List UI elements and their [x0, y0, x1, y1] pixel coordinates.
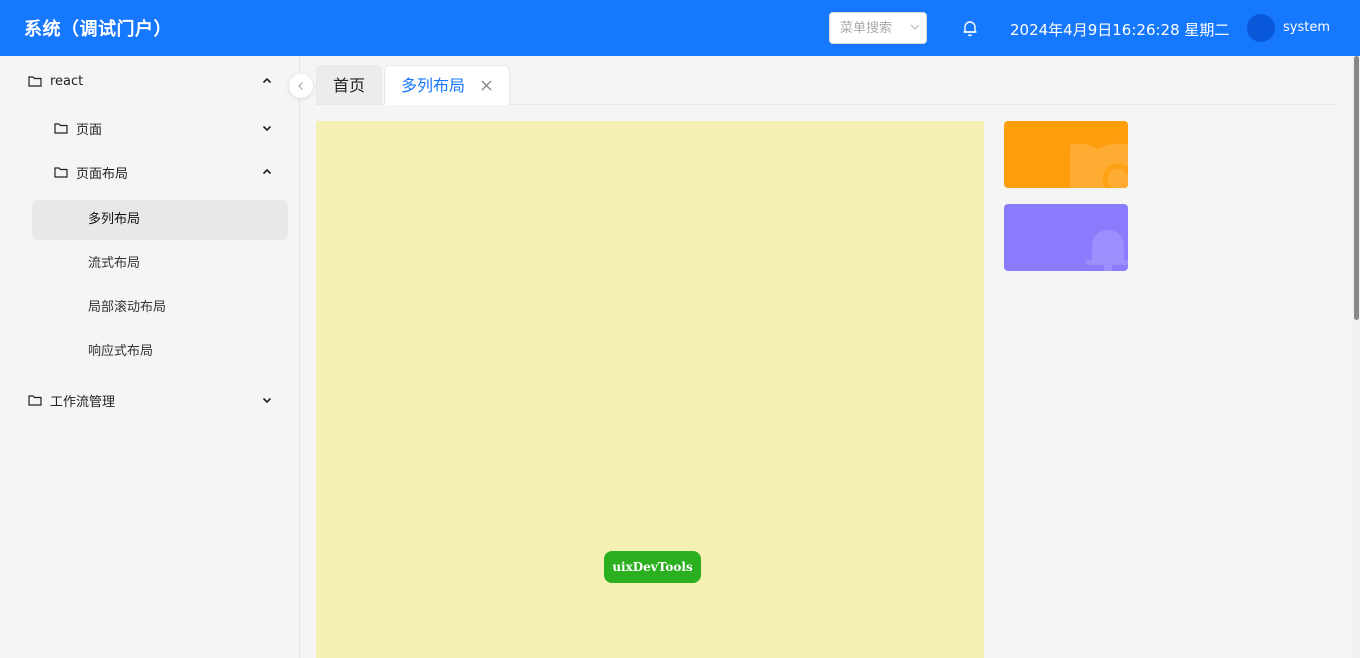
chevron-down-icon	[262, 125, 272, 132]
app-title: 系统（调试门户）	[24, 19, 172, 40]
chevron-up-icon	[262, 168, 272, 175]
chevron-up-icon	[262, 77, 272, 84]
menu-search-select[interactable]	[829, 12, 927, 44]
sidebar-group-workflow[interactable]: 工作流管理	[28, 392, 272, 410]
sidebar-item-partial-scroll[interactable]: 局部滚动布局	[32, 288, 288, 328]
username[interactable]: system	[1283, 20, 1330, 35]
sidebar-item-fluid[interactable]: 流式布局	[32, 244, 288, 284]
tab-label: 多列布局	[401, 76, 466, 95]
devtools-button[interactable]: uixDevTools	[604, 551, 701, 583]
orange-card[interactable]	[1004, 121, 1128, 188]
scrollbar-thumb[interactable]	[1354, 56, 1359, 320]
top-header: 系统（调试门户） 2024年4月9日16:26:28 星期二 system	[0, 0, 1360, 56]
sidebar-collapse-button[interactable]	[289, 74, 313, 98]
sidebar-item-multi-column[interactable]: 多列布局	[32, 200, 288, 240]
sidebar-group-page-layout[interactable]: 页面布局	[54, 164, 272, 182]
folder-icon	[54, 123, 68, 134]
avatar[interactable]	[1247, 14, 1275, 42]
chevron-left-icon	[298, 82, 303, 90]
book-icon	[1070, 143, 1128, 188]
folder-icon	[54, 167, 68, 178]
bell-icon	[1086, 230, 1128, 271]
sidebar-group-label: 页面	[76, 122, 103, 138]
bell-icon[interactable]	[962, 19, 978, 37]
close-icon[interactable]	[481, 80, 492, 91]
menu-search-input[interactable]	[830, 13, 908, 43]
sidebar-group-label: 工作流管理	[50, 394, 116, 410]
sidebar-group-label: 页面布局	[76, 166, 129, 182]
sidebar-group-label: react	[50, 73, 84, 89]
tab-home[interactable]: 首页	[316, 65, 382, 105]
chevron-down-icon	[262, 397, 272, 404]
purple-card[interactable]	[1004, 204, 1128, 271]
folder-icon	[28, 76, 42, 87]
current-datetime: 2024年4月9日16:26:28 星期二	[1010, 21, 1230, 39]
tab-multi-column[interactable]: 多列布局	[384, 65, 510, 105]
sidebar: react 页面 页面布局 多列布局 流式布局 局部滚动布局 响应式布局 工作流…	[0, 56, 300, 658]
folder-icon	[28, 395, 42, 406]
chevron-down-icon	[910, 24, 920, 30]
sidebar-group-react[interactable]: react	[28, 73, 272, 89]
sidebar-item-responsive[interactable]: 响应式布局	[32, 332, 288, 372]
sidebar-group-page[interactable]: 页面	[54, 120, 272, 138]
